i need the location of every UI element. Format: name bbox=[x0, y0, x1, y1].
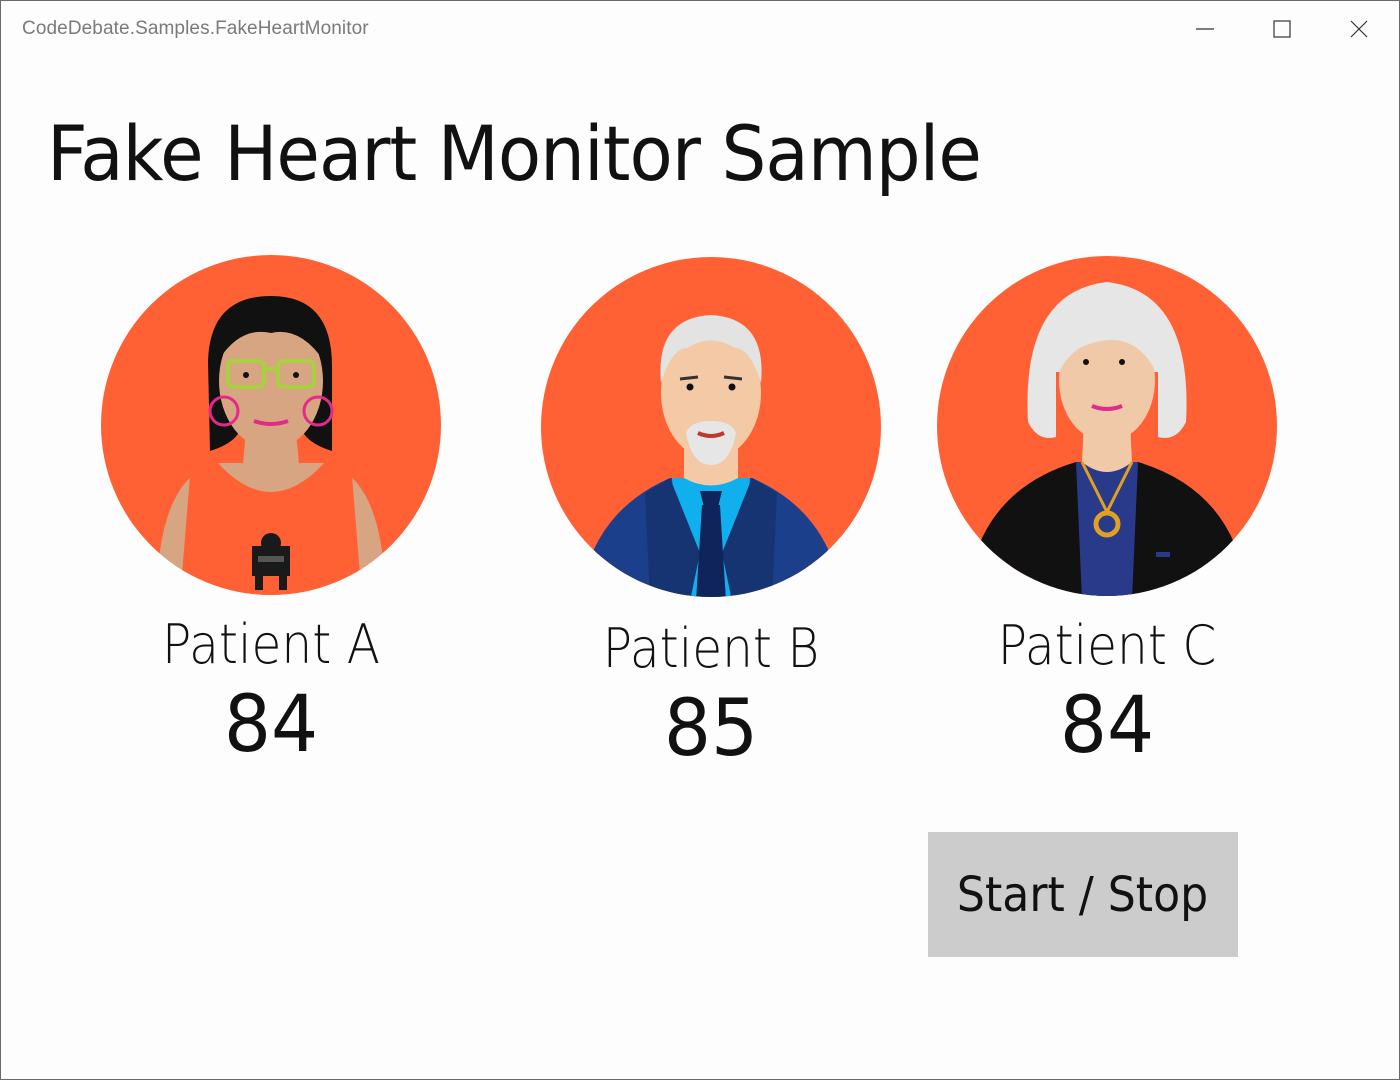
patient-name: Patient C bbox=[997, 614, 1217, 677]
heart-rate-value: 84 bbox=[1059, 681, 1155, 771]
heart-rate-value: 85 bbox=[663, 684, 759, 774]
start-stop-label: Start / Stop bbox=[957, 866, 1209, 923]
close-icon bbox=[1350, 20, 1368, 38]
patient-card-c: Patient C 84 bbox=[887, 252, 1327, 771]
patient-name: Patient A bbox=[162, 613, 380, 676]
maximize-button[interactable] bbox=[1252, 7, 1312, 51]
window-title: CodeDebate.Samples.FakeHeartMonitor bbox=[22, 18, 369, 39]
title-bar[interactable]: CodeDebate.Samples.FakeHeartMonitor bbox=[1, 1, 1399, 57]
man-suit-avatar bbox=[541, 257, 881, 597]
woman-glasses-avatar bbox=[101, 255, 441, 595]
patient-card-a: Patient A 84 bbox=[51, 251, 491, 770]
close-button[interactable] bbox=[1329, 7, 1389, 51]
heart-rate-value: 84 bbox=[223, 680, 319, 770]
maximize-icon bbox=[1273, 20, 1291, 38]
older-woman-avatar bbox=[937, 256, 1277, 596]
minimize-icon bbox=[1196, 28, 1214, 30]
patient-card-b: Patient B 85 bbox=[491, 253, 931, 774]
start-stop-button[interactable]: Start / Stop bbox=[928, 832, 1238, 957]
page-title: Fake Heart Monitor Sample bbox=[47, 109, 982, 198]
patient-name: Patient B bbox=[602, 617, 820, 680]
minimize-button[interactable] bbox=[1175, 7, 1235, 51]
app-window: CodeDebate.Samples.FakeHeartMonitor Fake… bbox=[0, 0, 1400, 1080]
